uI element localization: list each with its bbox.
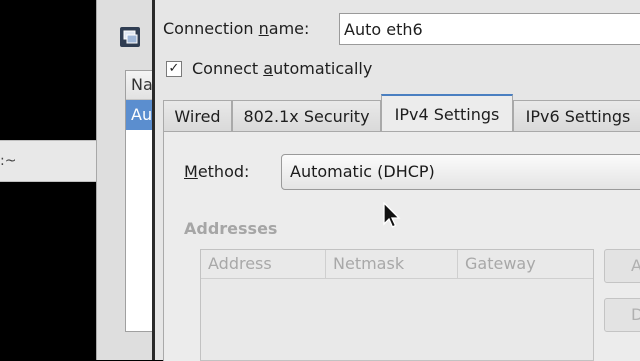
- column-netmask: Netmask: [325, 250, 457, 278]
- addresses-table-header: Address Netmask Gateway: [201, 250, 593, 279]
- delete-address-button[interactable]: D: [604, 298, 640, 332]
- terminal-panel: :~: [0, 140, 96, 182]
- addresses-section-title: Addresses: [184, 219, 278, 238]
- method-dropdown[interactable]: Automatic (DHCP): [281, 154, 640, 190]
- tab-ipv4-settings[interactable]: IPv4 Settings: [381, 94, 513, 132]
- connect-automatically-checkbox[interactable]: ✓: [166, 61, 182, 77]
- settings-tabs: Wired 802.1x Security IPv4 Settings IPv6…: [163, 94, 640, 132]
- tab-ipv6-settings[interactable]: IPv6 Settings: [513, 100, 640, 132]
- network-connections-icon: [120, 27, 140, 47]
- editing-connection-dialog: Connection name: ✓ Connect automatically…: [152, 0, 640, 361]
- connection-name-input[interactable]: [339, 13, 640, 45]
- add-address-button[interactable]: A: [604, 249, 640, 283]
- connection-name-label: Connection name:: [163, 19, 310, 38]
- method-label: Method:: [184, 162, 250, 181]
- terminal-prompt: :~: [0, 153, 17, 169]
- tab-wired[interactable]: Wired: [163, 100, 232, 132]
- column-address: Address: [208, 254, 272, 273]
- tab-8021x-security[interactable]: 802.1x Security: [232, 100, 381, 132]
- connect-automatically-label[interactable]: Connect automatically: [192, 59, 372, 78]
- column-gateway: Gateway: [457, 250, 594, 278]
- addresses-table: Address Netmask Gateway: [200, 249, 594, 361]
- mouse-cursor-icon: [383, 202, 401, 228]
- ipv4-settings-panel: Method: Automatic (DHCP) Addresses Addre…: [163, 131, 640, 361]
